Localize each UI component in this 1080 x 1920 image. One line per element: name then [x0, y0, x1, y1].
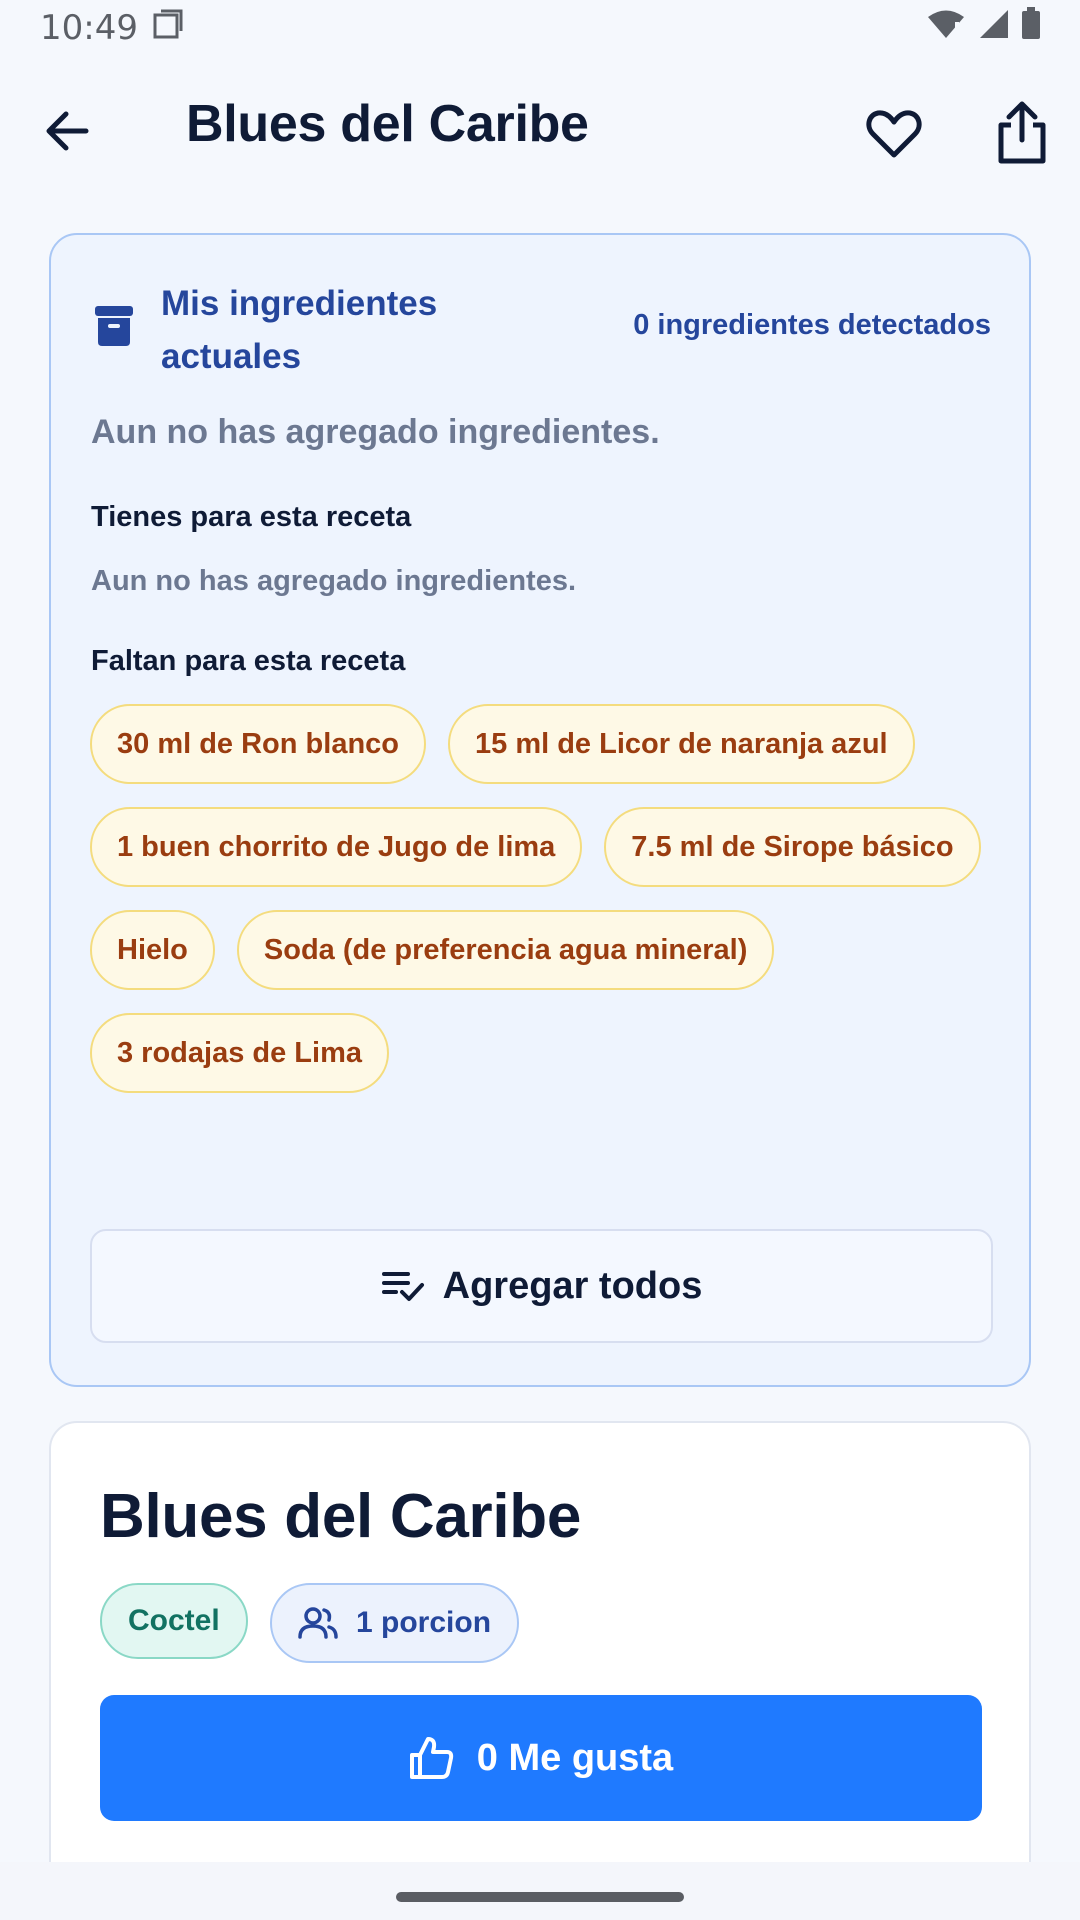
missing-ingredient-chip[interactable]: 7.5 ml de Sirope básico [604, 807, 981, 887]
missing-ingredient-chip[interactable]: Soda (de preferencia agua mineral) [236, 910, 775, 990]
playlist-check-icon [381, 1272, 424, 1301]
ingredients-panel-title: Mis ingredientes actuales [161, 284, 438, 376]
missing-ingredient-list: 30 ml de Ron blanco 15 ml de Licor de na… [90, 704, 990, 1093]
missing-ingredient-chip[interactable]: 1 buen chorrito de Jugo de lima [90, 807, 583, 887]
missing-section-label: Faltan para esta receta [91, 645, 406, 677]
favorite-button[interactable] [864, 104, 924, 164]
signal-icon [976, 8, 1010, 49]
missing-ingredient-chip[interactable]: Hielo [90, 910, 215, 990]
screenshot-icon [152, 8, 184, 49]
share-icon [998, 101, 1046, 164]
top-app-bar: Blues del Caribe [0, 60, 1080, 200]
page-title: Blues del Caribe [186, 95, 589, 153]
battery-icon [1020, 6, 1042, 50]
share-button[interactable] [994, 100, 1050, 166]
archive-box-icon [93, 303, 135, 349]
recipe-card: Blues del Caribe Coctel 1 porcion 0 Me g… [49, 1421, 1031, 1920]
status-time: 10:49 [40, 8, 138, 48]
missing-ingredient-chip[interactable]: 30 ml de Ron blanco [90, 704, 426, 784]
arrow-left-icon [46, 111, 89, 151]
recipe-title: Blues del Caribe [100, 1482, 582, 1551]
detected-count: 0 ingredientes detectados [633, 309, 991, 341]
ingredients-empty-message: Aun no has agregado ingredientes. [91, 413, 660, 451]
status-left: 10:49 [40, 8, 184, 49]
system-nav-bar [0, 1862, 1080, 1920]
portion-tag: 1 porcion [270, 1583, 520, 1663]
status-bar: 10:49 [0, 0, 1080, 56]
home-gesture-handle[interactable] [396, 1892, 684, 1902]
missing-ingredient-chip[interactable]: 3 rodajas de Lima [90, 1013, 389, 1093]
have-section-label: Tienes para esta receta [91, 501, 412, 533]
add-all-button[interactable]: Agregar todos [90, 1229, 993, 1343]
heart-icon [866, 110, 922, 158]
have-empty-message: Aun no has agregado ingredientes. [91, 565, 577, 597]
wifi-icon [926, 8, 966, 49]
status-right [926, 6, 1042, 50]
portion-label: 1 porcion [356, 1606, 492, 1639]
like-button[interactable]: 0 Me gusta [100, 1695, 982, 1821]
add-all-label: Agregar todos [442, 1264, 703, 1307]
like-label: 0 Me gusta [476, 1736, 674, 1779]
category-tag: Coctel [100, 1583, 248, 1659]
ingredients-panel: Mis ingredientes actuales 0 ingredientes… [49, 233, 1031, 1387]
thumbs-up-icon [409, 1737, 453, 1779]
back-button[interactable] [40, 103, 96, 159]
users-icon [298, 1607, 338, 1639]
missing-ingredient-chip[interactable]: 15 ml de Licor de naranja azul [448, 704, 915, 784]
